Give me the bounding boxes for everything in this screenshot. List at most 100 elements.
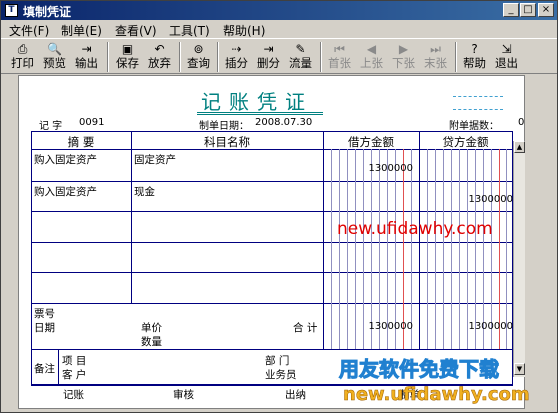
project-label: 项 目: [62, 355, 87, 367]
preview-button[interactable]: 🔍 预览: [39, 41, 70, 73]
digit-line: [475, 149, 476, 349]
menu-tools[interactable]: 工具(T): [169, 22, 210, 39]
digit-line: [451, 149, 452, 349]
digit-line: [355, 149, 356, 349]
binoculars-icon: ⊚: [193, 42, 204, 56]
digit-line: [331, 149, 332, 349]
right-panel: [526, 75, 556, 409]
digit-line: [395, 149, 396, 349]
menu-view[interactable]: 查看(V): [115, 22, 157, 39]
window-title: 填制凭证: [23, 5, 72, 19]
insert-entry-button[interactable]: ⇢ 插分: [221, 41, 252, 73]
toolbar-separator: [179, 42, 181, 72]
dashed-field: [453, 109, 503, 110]
voucher-date[interactable]: 2008.07.30: [255, 117, 312, 128]
first-icon: ⏮: [334, 42, 345, 56]
entry-account[interactable]: 固定资产: [134, 152, 176, 167]
close-button[interactable]: ×: [538, 3, 554, 17]
col-divider: [58, 349, 59, 385]
cash-flow-button[interactable]: ✎ 流量: [285, 41, 316, 73]
department-label: 部 门: [265, 355, 290, 367]
entry-summary[interactable]: 购入固定资产: [34, 184, 97, 199]
preview-icon: 🔍: [47, 42, 62, 56]
digit-line: [387, 149, 388, 349]
next-voucher-button[interactable]: ▶ 下张: [388, 41, 419, 73]
title-underline: [197, 112, 323, 113]
decimal-line: [403, 149, 404, 349]
digit-line: [347, 149, 348, 349]
total-label: 合 计: [293, 322, 318, 334]
watermark-banner: 用友软件免费下载: [339, 357, 500, 382]
export-button[interactable]: ⇥ 输出: [71, 41, 102, 73]
delete-row-icon: ⇥: [263, 42, 274, 56]
digit-line: [427, 149, 428, 349]
digit-line: [435, 149, 436, 349]
flow-icon: ✎: [295, 42, 306, 56]
vertical-scrollbar[interactable]: ▲ ▼: [513, 141, 525, 377]
entry-credit[interactable]: 1300000: [453, 194, 513, 205]
salesperson-label: 业务员: [265, 369, 297, 381]
debit-header: 借方金额: [348, 135, 394, 149]
query-button[interactable]: ⊚ 查询: [183, 41, 214, 73]
row-divider: [31, 349, 513, 350]
reviewer-label: 审核: [173, 389, 194, 401]
date-label: 制单日期：: [199, 121, 249, 132]
prev-voucher-button[interactable]: ◀ 上张: [356, 41, 387, 73]
digit-line: [443, 149, 444, 349]
summary-header: 摘 要: [67, 135, 95, 149]
decimal-line: [499, 149, 500, 349]
ticket-date-label: 日期: [34, 322, 55, 334]
digit-line: [363, 149, 364, 349]
discard-button[interactable]: ↶ 放弃: [144, 41, 175, 73]
export-icon: ⇥: [81, 42, 92, 56]
credit-header: 贷方金额: [442, 135, 489, 149]
account-header: 科目名称: [204, 135, 250, 149]
cashier-label: 出纳: [285, 389, 306, 401]
print-button[interactable]: ⎙ 打印: [7, 41, 38, 73]
entry-debit[interactable]: 1300000: [353, 163, 413, 174]
maximize-button[interactable]: □: [520, 3, 536, 17]
scroll-up-icon[interactable]: ▲: [514, 141, 525, 153]
row-divider: [31, 272, 513, 273]
digit-line: [467, 149, 468, 349]
last-voucher-button[interactable]: ⏭ 末张: [420, 41, 451, 73]
insert-row-icon: ⇢: [231, 42, 242, 56]
next-icon: ▶: [398, 42, 409, 56]
last-icon: ⏭: [430, 42, 441, 56]
toolbar-separator: [320, 42, 322, 72]
first-voucher-button[interactable]: ⏮ 首张: [324, 41, 355, 73]
save-button[interactable]: ▣ 保存: [112, 41, 143, 73]
voucher-table: [31, 131, 513, 385]
exit-icon: ⇲: [501, 42, 512, 56]
minimize-button[interactable]: _: [503, 3, 519, 17]
menu-voucher[interactable]: 制单(E): [61, 22, 102, 39]
digit-line: [379, 149, 380, 349]
entry-summary[interactable]: 购入固定资产: [34, 152, 97, 167]
digit-line: [483, 149, 484, 349]
attachments-count[interactable]: 0: [518, 117, 524, 128]
bookkeeper-label: 记账: [63, 389, 84, 401]
digit-line: [339, 149, 340, 349]
voucher-window: T 填制凭证 _ □ × 文件(F) 制单(E) 查看(V) 工具(T) 帮助(…: [0, 0, 558, 413]
scroll-down-icon[interactable]: ▼: [514, 363, 525, 375]
prev-icon: ◀: [366, 42, 377, 56]
voucher-type: 记 字: [39, 121, 63, 132]
menu-help[interactable]: 帮助(H): [223, 22, 265, 39]
remark-label: 备注: [34, 363, 55, 375]
title-underline: [197, 114, 323, 115]
exit-button[interactable]: ⇲ 退出: [491, 41, 522, 73]
total-debit: 1300000: [368, 321, 413, 332]
help-button[interactable]: ? 帮助: [459, 41, 490, 73]
toolbar-separator: [217, 42, 219, 72]
unit-price-label: 单价: [141, 322, 162, 334]
row-divider: [31, 181, 513, 182]
delete-entry-button[interactable]: ⇥ 删分: [253, 41, 284, 73]
menu-file[interactable]: 文件(F): [9, 22, 49, 39]
digit-line: [506, 149, 507, 349]
help-icon: ?: [471, 42, 478, 56]
col-divider: [131, 131, 132, 303]
row-divider: [31, 303, 513, 304]
ticket-number-label: 票号: [34, 308, 55, 320]
voucher-number[interactable]: 0091: [79, 117, 104, 128]
entry-account[interactable]: 现金: [134, 184, 155, 199]
